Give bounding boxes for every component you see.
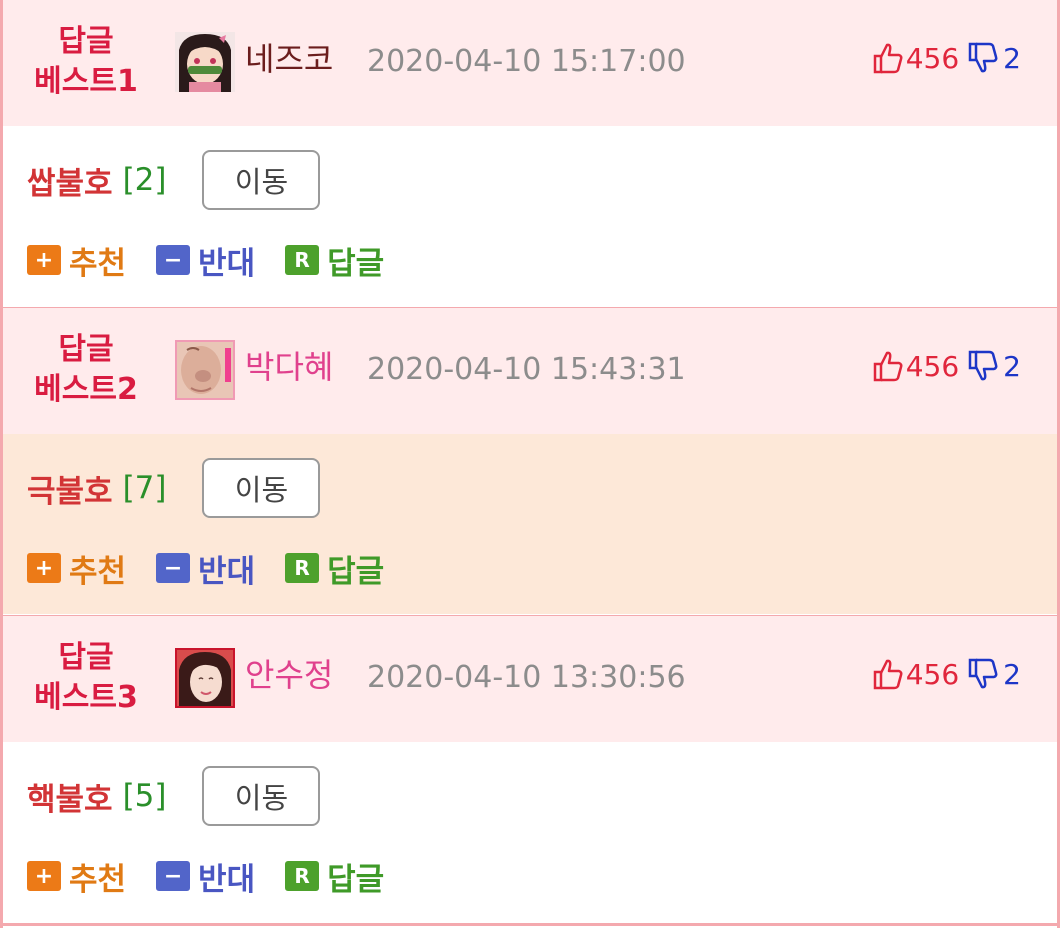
recommend-button[interactable]: + 추천 — [27, 854, 126, 899]
reply-title-row: 쌉불호 [2] 이동 — [27, 150, 321, 210]
rank-line-1: 답글 — [58, 332, 114, 367]
oppose-button[interactable]: − 반대 — [156, 238, 255, 283]
upvote-count: 456 — [905, 41, 960, 75]
plus-icon: + — [27, 245, 61, 275]
reply-header: 답글 베스트1 네즈코 2020-04-10 15:17:00 456 2 — [3, 0, 1057, 126]
reply-body: 핵불호 [5] 이동 + 추천 − 반대 R 답글 — [3, 742, 1057, 922]
minus-icon: − — [156, 245, 191, 275]
vote-summary: 456 2 — [872, 654, 1021, 694]
rank-label: 답글 베스트1 — [27, 22, 145, 102]
plus-icon: + — [27, 861, 61, 891]
avatar[interactable] — [175, 648, 235, 708]
oppose-label: 반대 — [198, 553, 256, 590]
thumbs-up-icon — [873, 351, 903, 382]
best-reply-item: 답글 베스트2 박다혜 2020-04-10 15:43:31 456 2 극불… — [3, 308, 1057, 618]
reply-icon: R — [285, 553, 320, 583]
reply-label: 답글 — [327, 245, 385, 282]
thumbs-up-icon — [873, 659, 903, 690]
reply-button[interactable]: R 답글 — [285, 854, 384, 899]
oppose-button[interactable]: − 반대 — [156, 854, 255, 899]
oppose-button[interactable]: − 반대 — [156, 546, 255, 591]
recommend-label: 추천 — [69, 553, 127, 590]
move-button[interactable]: 이동 — [202, 766, 321, 826]
oppose-label: 반대 — [198, 861, 256, 898]
best-reply-item: 답글 베스트3 안수정 2020-04-10 13:30:56 456 2 핵불… — [3, 616, 1057, 926]
rank-line-1: 답글 — [58, 640, 114, 675]
downvote-count: 2 — [1003, 657, 1021, 691]
rank-line-2: 베스트3 — [34, 680, 138, 715]
reply-actions: + 추천 − 반대 R 답글 — [27, 546, 414, 590]
reply-title[interactable]: 핵불호 — [27, 774, 113, 819]
reply-button[interactable]: R 답글 — [285, 238, 384, 283]
reply-title-row: 극불호 [7] 이동 — [27, 458, 321, 518]
nickname[interactable]: 네즈코 — [245, 37, 333, 81]
reply-button[interactable]: R 답글 — [285, 546, 384, 591]
upvote-count: 456 — [905, 657, 960, 691]
rank-line-2: 베스트1 — [34, 64, 138, 99]
reply-icon: R — [285, 245, 320, 275]
thumbs-down-icon — [968, 42, 998, 73]
nickname[interactable]: 안수정 — [245, 653, 333, 697]
woman-portrait-avatar-icon — [177, 650, 233, 706]
comment-count: [7] — [122, 470, 167, 506]
recommend-label: 추천 — [69, 861, 127, 898]
reply-body: 쌉불호 [2] 이동 + 추천 − 반대 R 답글 — [3, 126, 1057, 306]
plus-icon: + — [27, 553, 61, 583]
thumbs-up-icon — [873, 43, 903, 74]
reply-header: 답글 베스트2 박다혜 2020-04-10 15:43:31 456 2 — [3, 308, 1057, 434]
vote-summary: 456 2 — [872, 346, 1021, 386]
oppose-label: 반대 — [198, 245, 256, 282]
move-button[interactable]: 이동 — [202, 458, 321, 518]
downvote-count: 2 — [1003, 349, 1021, 383]
recommend-label: 추천 — [69, 245, 127, 282]
post-date: 2020-04-10 13:30:56 — [367, 660, 686, 695]
thumbs-down-icon — [968, 658, 998, 689]
avatar[interactable] — [175, 32, 235, 92]
reply-title-row: 핵불호 [5] 이동 — [27, 766, 321, 826]
reply-body: 극불호 [7] 이동 + 추천 − 반대 R 답글 — [3, 434, 1057, 614]
rank-line-2: 베스트2 — [34, 372, 138, 407]
reply-actions: + 추천 − 반대 R 답글 — [27, 854, 414, 898]
reply-header: 답글 베스트3 안수정 2020-04-10 13:30:56 456 2 — [3, 616, 1057, 742]
best-replies-list: 답글 베스트1 네즈코 2020-04-10 15:17:00 456 2 쌉불… — [0, 0, 1060, 928]
comment-count: [5] — [122, 778, 167, 814]
rank-label: 답글 베스트2 — [27, 330, 145, 410]
recommend-button[interactable]: + 추천 — [27, 238, 126, 283]
recommend-button[interactable]: + 추천 — [27, 546, 126, 591]
nickname[interactable]: 박다혜 — [245, 345, 333, 389]
reply-title[interactable]: 쌉불호 — [27, 158, 113, 203]
minus-icon: − — [156, 553, 191, 583]
nezuko-avatar-icon — [175, 32, 235, 92]
minus-icon: − — [156, 861, 191, 891]
reply-icon: R — [285, 861, 320, 891]
downvote-count: 2 — [1003, 41, 1021, 75]
best-reply-item: 답글 베스트1 네즈코 2020-04-10 15:17:00 456 2 쌉불… — [3, 0, 1057, 310]
upvote-count: 456 — [905, 349, 960, 383]
reply-label: 답글 — [327, 861, 385, 898]
reply-actions: + 추천 − 반대 R 답글 — [27, 238, 414, 282]
rank-line-1: 답글 — [58, 24, 114, 59]
post-date: 2020-04-10 15:17:00 — [367, 44, 686, 79]
reply-label: 답글 — [327, 553, 385, 590]
thumbs-down-icon — [968, 350, 998, 381]
vote-summary: 456 2 — [872, 38, 1021, 78]
comment-count: [2] — [122, 162, 167, 198]
reply-title[interactable]: 극불호 — [27, 466, 113, 511]
post-date: 2020-04-10 15:43:31 — [367, 352, 686, 387]
rank-label: 답글 베스트3 — [27, 638, 145, 718]
avatar[interactable] — [175, 340, 235, 400]
face-closeup-avatar-icon — [177, 342, 233, 398]
move-button[interactable]: 이동 — [202, 150, 321, 210]
